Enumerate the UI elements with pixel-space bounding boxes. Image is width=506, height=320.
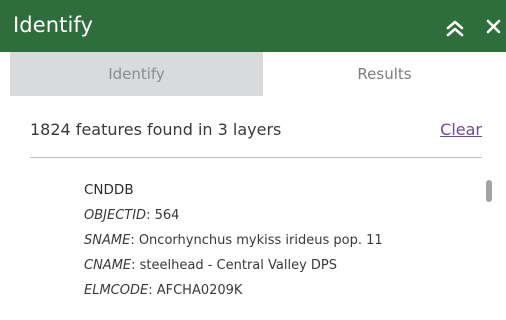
- panel-title: Identify: [13, 13, 94, 37]
- features-count-text: 1824 features found in 3 layers: [30, 120, 282, 139]
- attribute-key: CNAME: [84, 258, 132, 273]
- attribute-separator: :: [148, 283, 157, 298]
- attribute-value: Oncorhynchus mykiss irideus pop. 11: [138, 233, 383, 248]
- attribute-row: SNAME: Oncorhynchus mykiss irideus pop. …: [84, 228, 476, 253]
- tab-bar: Identify Results: [10, 52, 506, 96]
- attribute-separator: :: [146, 208, 155, 223]
- close-button[interactable]: [482, 15, 504, 37]
- attribute-separator: :: [130, 233, 139, 248]
- attribute-key: ELMCODE: [84, 283, 149, 298]
- identify-panel: Identify Identify Results 1824 features …: [0, 0, 506, 320]
- double-chevron-up-icon: [446, 20, 464, 37]
- tab-results[interactable]: Results: [263, 52, 506, 96]
- collapse-button[interactable]: [444, 17, 466, 39]
- attribute-value: steelhead - Central Valley DPS: [139, 258, 337, 273]
- attribute-key: SNAME: [84, 233, 131, 248]
- attribute-row: CNAME: steelhead - Central Valley DPS: [84, 253, 476, 278]
- attribute-separator: :: [131, 258, 140, 273]
- tab-identify[interactable]: Identify: [10, 52, 263, 96]
- panel-header: Identify: [0, 0, 506, 52]
- divider: [30, 157, 482, 158]
- attribute-value: AFCHA0209K: [156, 283, 243, 298]
- scrollbar-thumb[interactable]: [486, 180, 492, 202]
- results-summary: 1824 features found in 3 layers Clear: [30, 116, 486, 144]
- attribute-value: 564: [154, 208, 180, 223]
- attribute-key: OBJECTID: [84, 208, 147, 223]
- results-list: CNDDB OBJECTID: 564 SNAME: Oncorhynchus …: [84, 178, 476, 303]
- clear-link[interactable]: Clear: [440, 116, 482, 144]
- results-scrollbar[interactable]: [486, 180, 492, 320]
- attribute-row: OBJECTID: 564: [84, 203, 476, 228]
- layer-name[interactable]: CNDDB: [84, 178, 476, 203]
- attribute-row: ELMCODE: AFCHA0209K: [84, 278, 476, 303]
- close-icon: [486, 19, 501, 34]
